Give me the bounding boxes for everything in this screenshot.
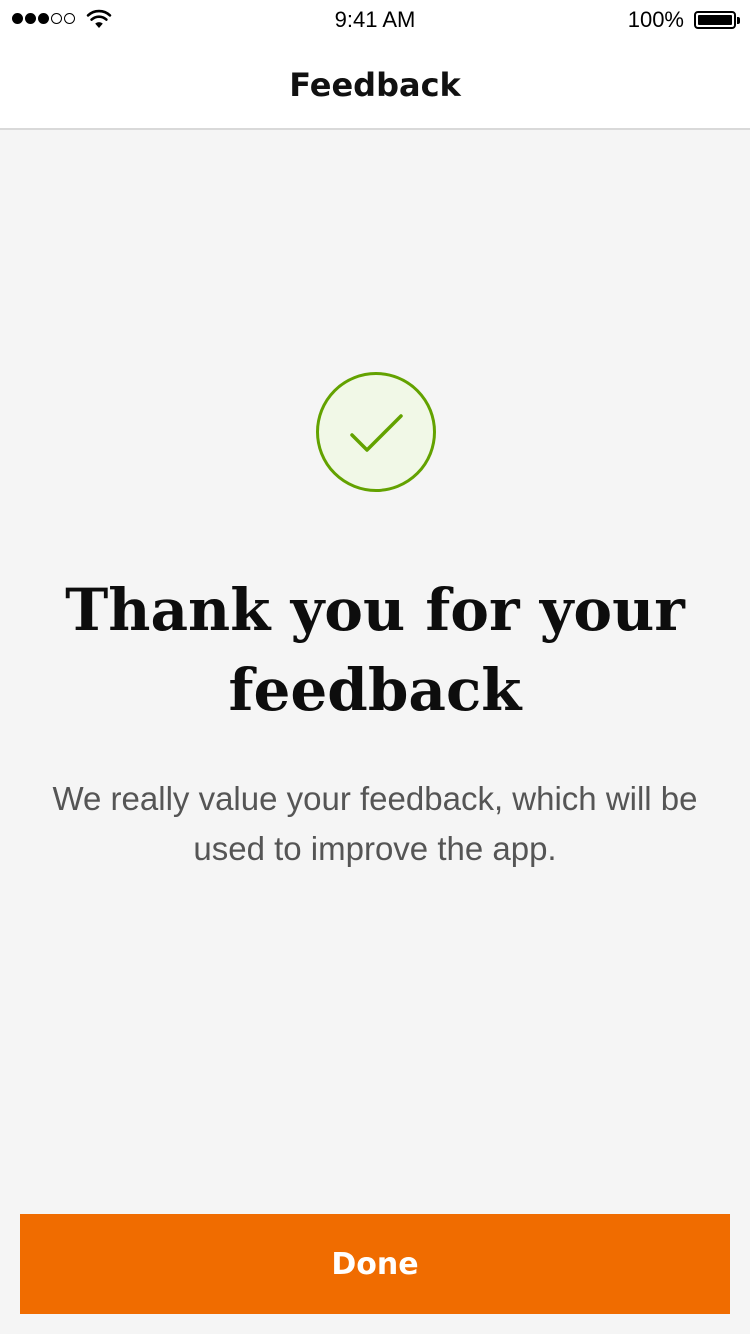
success-checkmark-icon — [316, 372, 436, 492]
battery-icon — [694, 11, 740, 29]
status-bar: 9:41 AM 100% — [0, 0, 750, 40]
page-title: Feedback — [289, 66, 461, 104]
checkmark-icon — [350, 414, 403, 452]
confirmation-headline: Thank you for your feedback — [65, 576, 685, 724]
navigation-bar: Feedback — [0, 40, 750, 130]
done-button[interactable]: Done — [20, 1214, 730, 1314]
confirmation-message: We really value your feedback, which wil… — [52, 780, 698, 867]
battery-percentage: 100% — [627, 7, 684, 32]
